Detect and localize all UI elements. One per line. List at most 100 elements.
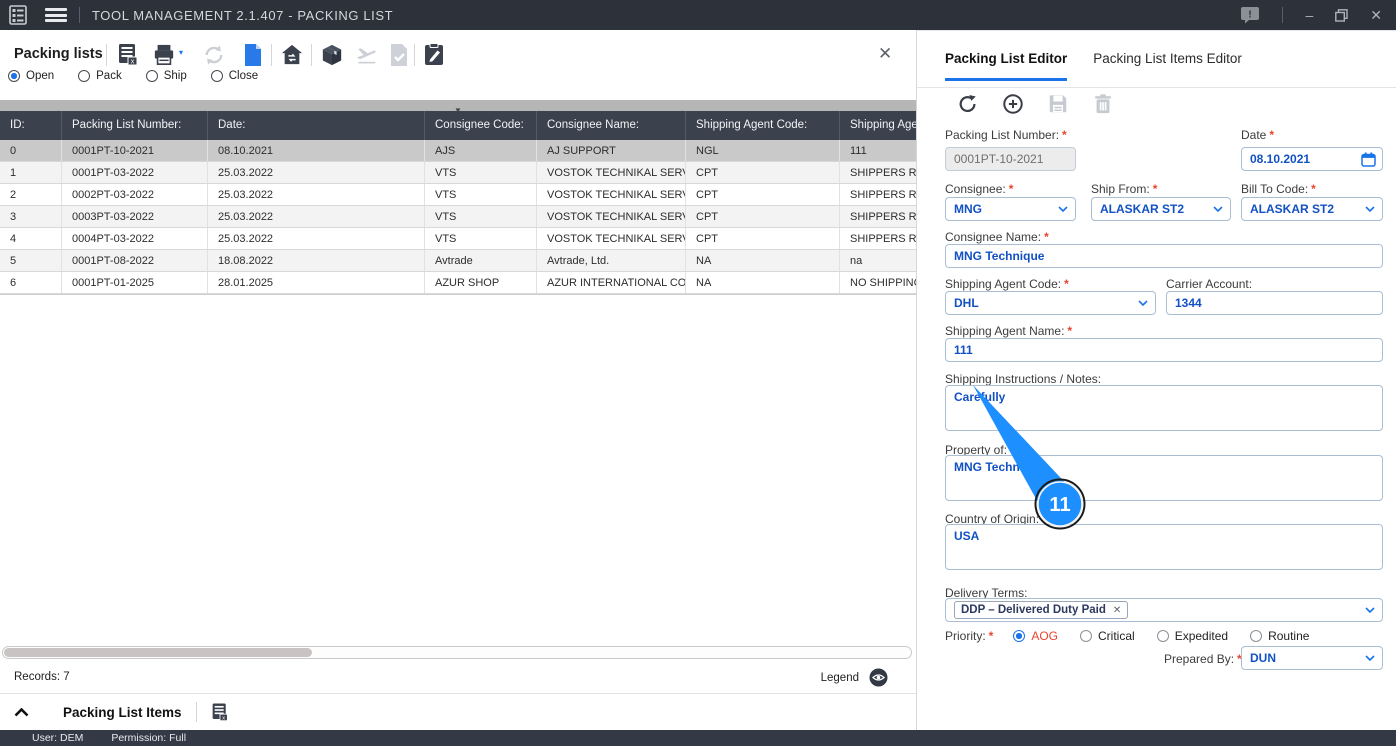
statusbar-user: User: DEM — [32, 732, 84, 744]
chip-remove-icon[interactable]: ✕ — [1113, 605, 1121, 616]
column-header[interactable]: Date: — [208, 111, 425, 140]
radio-option-close[interactable]: Close — [210, 70, 259, 82]
table-cell: 0001PT-03-2022 — [62, 162, 208, 183]
table-cell: 18.08.2022 — [208, 250, 425, 271]
table-row[interactable]: 4 0004PT-03-2022 25.03.2022 VTS VOSTOK TECHN… — [0, 228, 916, 250]
section-separator — [195, 702, 197, 722]
close-window-button[interactable]: ✕ — [1370, 8, 1382, 22]
date-field[interactable]: 08.10.2021 — [1241, 147, 1383, 171]
priority-field: Priority: * AOG Critical Expedited Routine — [945, 629, 1309, 643]
add-new-icon[interactable] — [1002, 93, 1024, 115]
section-title[interactable]: Packing List Items — [63, 705, 182, 720]
packing-lists-table: ID: Packing List Number: Date: Consignee… — [0, 111, 916, 295]
column-header[interactable]: ID: — [0, 111, 62, 140]
table-cell: na — [850, 255, 863, 267]
status-filter-group: Open Pack Ship Close — [8, 70, 258, 82]
menu-hamburger-icon[interactable] — [45, 8, 67, 22]
table-row[interactable]: 1 0001PT-03-2022 25.03.2022 VTS VOSTOK TECHN… — [0, 162, 916, 184]
editor-tabs: Packing List Editor Packing List Items E… — [945, 51, 1242, 81]
table-cell: 28.01.2025 — [208, 272, 425, 293]
new-document-icon[interactable] — [242, 43, 264, 67]
field-label: Consignee Name: * — [945, 230, 1049, 244]
titlebar: TOOL MANAGEMENT 2.1.407 - PACKING LIST !… — [0, 0, 1396, 30]
table-row[interactable]: 5 0001PT-08-2022 18.08.2022 Avtrade Avtrade,… — [0, 250, 916, 272]
table-cell: NO SHIPPING AGENT — [850, 277, 916, 289]
close-panel-button[interactable]: ✕ — [878, 44, 892, 64]
column-header[interactable]: Consignee Name: — [537, 111, 686, 140]
package-box-icon[interactable] — [321, 43, 343, 67]
bill-to-code-select[interactable]: ALASKAR ST2 — [1241, 197, 1383, 221]
column-header[interactable]: Consignee Code: — [425, 111, 537, 140]
tabs-divider — [917, 87, 1396, 88]
radio-circle[interactable] — [78, 70, 91, 82]
edit-clipboard-icon[interactable] — [424, 43, 446, 67]
property-of-textarea[interactable]: MNG Technique — [945, 455, 1383, 501]
grid-splitter-handle[interactable]: ▼ — [0, 100, 916, 115]
table-cell: NA — [686, 250, 840, 271]
print-icon[interactable] — [153, 43, 175, 67]
column-header[interactable]: Packing List Number: — [62, 111, 208, 140]
radio-circle[interactable] — [1156, 630, 1169, 642]
print-dropdown-caret-icon[interactable]: ▾ — [179, 48, 183, 57]
country-of-origin-textarea[interactable]: USA — [945, 524, 1383, 570]
radio-circle[interactable] — [145, 70, 158, 82]
radio-circle[interactable] — [1250, 630, 1263, 642]
radio-option-critical[interactable]: Critical — [1080, 629, 1135, 643]
home-warehouse-icon[interactable] — [281, 43, 303, 67]
prepared-by-select[interactable]: DUN — [1241, 646, 1383, 670]
radio-label: Open — [26, 70, 55, 82]
restore-button[interactable] — [1335, 8, 1348, 22]
radio-option-routine[interactable]: Routine — [1250, 629, 1309, 643]
scrollbar-thumb[interactable] — [4, 648, 312, 657]
export-excel-icon[interactable]: x — [117, 43, 139, 67]
shipping-instructions-textarea[interactable]: Carefully — [945, 385, 1383, 431]
table-row[interactable]: 3 0003PT-03-2022 25.03.2022 VTS VOSTOK TECHN… — [0, 206, 916, 228]
table-cell: VOSTOK TECHNIKAL SERVICES — [537, 206, 686, 227]
radio-label: Expedited — [1174, 629, 1229, 643]
table-cell: 0001PT-08-2022 — [62, 250, 208, 271]
radio-option-expedited[interactable]: Expedited — [1156, 629, 1229, 643]
radio-circle[interactable] — [210, 70, 223, 82]
consignee-select[interactable]: MNG — [945, 197, 1076, 221]
tab-packing-list-items-editor[interactable]: Packing List Items Editor — [1093, 51, 1242, 81]
shipping-agent-name-field[interactable]: 111 — [945, 338, 1383, 362]
consignee-name-field[interactable]: MNG Technique — [945, 244, 1383, 268]
minimize-button[interactable]: – — [1305, 8, 1313, 22]
export-excel-icon[interactable]: x — [211, 702, 229, 723]
calendar-icon[interactable] — [1361, 152, 1376, 167]
field-label: Carrier Account: — [1166, 277, 1253, 291]
table-cell: 08.10.2021 — [208, 140, 425, 161]
table-row[interactable]: 6 0001PT-01-2025 28.01.2025 AZUR SHOP AZUR I… — [0, 272, 916, 294]
column-header[interactable]: Shipping Agent Code: — [686, 111, 840, 140]
legend-eye-icon[interactable] — [869, 668, 888, 687]
reload-icon[interactable] — [957, 93, 979, 115]
radio-circle[interactable] — [1080, 630, 1093, 642]
radio-circle[interactable] — [1013, 630, 1026, 642]
table-cell: 4 — [0, 228, 62, 249]
radio-circle[interactable] — [8, 70, 20, 82]
table-cell: 0001PT-01-2025 — [62, 272, 208, 293]
table-cell: 25.03.2022 — [208, 184, 425, 205]
table-cell: VTS — [425, 162, 537, 183]
delivery-terms-multiselect[interactable]: DDP – Delivered Duty Paid ✕ — [945, 598, 1383, 622]
radio-option-aog[interactable]: AOG — [1013, 629, 1058, 643]
horizontal-scrollbar[interactable] — [2, 646, 912, 659]
table-row[interactable]: 2 0002PT-03-2022 25.03.2022 VTS VOSTOK TECHN… — [0, 184, 916, 206]
radio-option-open[interactable]: Open — [8, 70, 54, 82]
feedback-icon[interactable]: ! — [1240, 6, 1260, 24]
table-cell: VOSTOK TECHNIKAL SERVICES — [537, 184, 686, 205]
radio-label: Close — [228, 70, 259, 82]
tab-packing-list-editor[interactable]: Packing List Editor — [945, 51, 1068, 81]
radio-option-pack[interactable]: Pack — [78, 70, 122, 82]
table-row[interactable]: 0 0001PT-10-2021 08.10.2021 AJS AJ SUPPORT NG… — [0, 140, 916, 162]
shipping-agent-code-select[interactable]: DHL — [945, 291, 1156, 315]
column-header[interactable]: Shipping Agent Name: — [840, 111, 916, 140]
chevron-down-icon — [1138, 300, 1148, 306]
field-label: Date * — [1241, 128, 1275, 142]
collapse-chevron-up-icon[interactable] — [14, 707, 29, 717]
field-label: Priority: * — [945, 629, 994, 643]
radio-option-ship[interactable]: Ship — [145, 70, 187, 82]
ship-from-select[interactable]: ALASKAR ST2 — [1091, 197, 1231, 221]
carrier-account-field[interactable]: 1344 — [1166, 291, 1383, 315]
table-cell: SHIPPERS RESPONSIBILITY — [850, 233, 916, 245]
